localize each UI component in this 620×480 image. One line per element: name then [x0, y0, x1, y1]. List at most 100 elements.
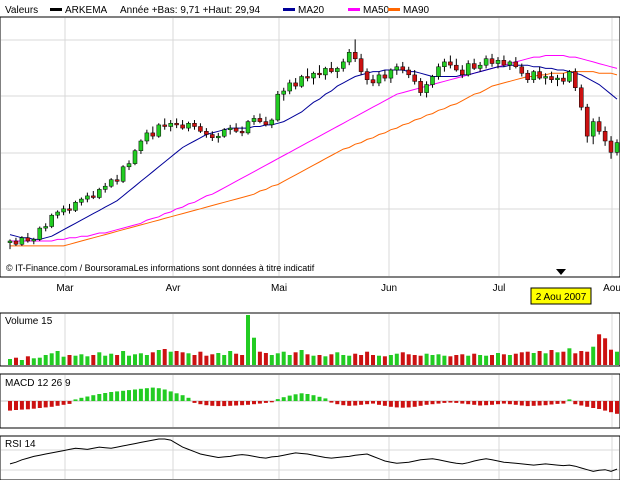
volume-bar-98 — [591, 346, 596, 365]
macd-bar-3 — [25, 401, 30, 410]
macd-bar-2 — [19, 401, 24, 410]
candle-body — [495, 60, 501, 64]
macd-bar-83 — [501, 401, 506, 404]
macd-bar-89 — [537, 401, 542, 406]
legend-label-1: ARKEMA — [65, 5, 108, 16]
volume-bar-64 — [388, 355, 393, 365]
volume-bar-37 — [228, 351, 233, 365]
volume-bar-50 — [305, 354, 310, 365]
volume-bar-54 — [329, 354, 334, 365]
volume-bar-58 — [353, 353, 358, 365]
volume-bar-25 — [156, 350, 161, 365]
volume-bar-10 — [67, 355, 72, 365]
candle-body — [442, 61, 447, 67]
macd-bar-97 — [585, 401, 590, 407]
macd-bar-38 — [234, 401, 239, 406]
candle-body — [400, 66, 406, 71]
volume-bar-81 — [490, 355, 494, 365]
candle-96 — [579, 84, 584, 111]
macd-bar-0 — [8, 401, 12, 411]
candle-body — [341, 61, 346, 69]
candle-body — [257, 118, 263, 122]
macd-bar-66 — [400, 401, 405, 408]
volume-bar-52 — [317, 355, 322, 365]
candle-body — [239, 131, 245, 134]
volume-bar-7 — [49, 353, 54, 365]
macd-bar-49 — [299, 393, 304, 401]
candle-body — [31, 239, 37, 242]
candle-body — [13, 240, 19, 245]
candle-body — [454, 64, 459, 71]
rsi-panel-frame — [0, 435, 620, 480]
candle-11 — [73, 200, 78, 212]
volume-bar-24 — [150, 352, 155, 365]
volume-bar-101 — [609, 349, 613, 365]
candle-95 — [573, 68, 578, 91]
volume-bar-76 — [460, 354, 465, 365]
macd-bar-5 — [37, 401, 42, 408]
macd-bar-11 — [73, 399, 78, 401]
volume-bar-85 — [513, 353, 518, 365]
macd-bar-80 — [484, 401, 489, 406]
volume-bar-82 — [496, 353, 500, 365]
volume-bar-78 — [472, 353, 477, 365]
month-label-3: Jun — [381, 283, 397, 294]
legend-label-4: MA50 — [363, 5, 390, 16]
candle-body — [608, 140, 614, 153]
volume-bar-23 — [144, 355, 149, 365]
macd-bar-67 — [406, 401, 411, 408]
volume-bar-39 — [240, 355, 245, 365]
candle-body — [132, 150, 138, 164]
macd-bar-84 — [507, 401, 512, 405]
candle-body — [263, 121, 269, 126]
volume-bar-55 — [335, 352, 340, 365]
volume-bar-30 — [186, 353, 191, 365]
macd-bar-69 — [418, 401, 423, 406]
macd-bar-85 — [513, 401, 518, 405]
volume-bar-12 — [79, 354, 84, 365]
volume-bar-99 — [597, 334, 602, 365]
macd-bar-53 — [323, 398, 328, 401]
candle-body — [156, 124, 162, 137]
candle-body — [561, 77, 566, 82]
volume-bar-47 — [287, 355, 292, 365]
macd-bar-58 — [353, 401, 358, 406]
macd-bar-26 — [162, 389, 167, 401]
macd-bar-45 — [275, 399, 280, 401]
candle-body — [376, 74, 382, 84]
candle-body — [579, 87, 584, 108]
candle-body — [584, 106, 590, 137]
volume-bar-56 — [341, 355, 346, 365]
macd-bar-57 — [347, 401, 352, 406]
volume-bar-59 — [359, 355, 364, 365]
macd-bar-98 — [591, 401, 596, 408]
macd-bar-68 — [412, 401, 417, 407]
month-label-5: Aou — [603, 283, 620, 294]
volume-bar-94 — [567, 348, 572, 365]
volume-bar-21 — [133, 354, 137, 365]
volume-bar-32 — [198, 351, 203, 365]
candle-body — [114, 179, 120, 182]
volume-bar-86 — [519, 352, 524, 365]
volume-bar-18 — [115, 355, 120, 365]
candle-40 — [245, 120, 251, 135]
candle-body — [97, 189, 102, 198]
macd-bar-42 — [257, 401, 262, 404]
volume-bar-14 — [91, 355, 96, 365]
macd-bar-46 — [281, 397, 286, 401]
candle-body — [412, 74, 417, 82]
candle-2 — [19, 236, 25, 246]
candle-body — [555, 77, 560, 80]
candle-body — [406, 69, 411, 76]
candle-body — [67, 208, 72, 211]
volume-bar-40 — [246, 315, 250, 365]
volume-bar-70 — [424, 353, 429, 365]
macd-bar-82 — [496, 401, 500, 405]
candle-17 — [108, 178, 114, 188]
candle-body — [537, 71, 542, 79]
macd-bar-39 — [240, 401, 245, 406]
macd-bar-13 — [85, 396, 90, 401]
legend: Valeurs ARKEMA Année +Bas: 9,71 +Haut: 29,… — [5, 5, 430, 16]
macd-bar-72 — [436, 401, 441, 404]
candle-body — [519, 66, 525, 74]
